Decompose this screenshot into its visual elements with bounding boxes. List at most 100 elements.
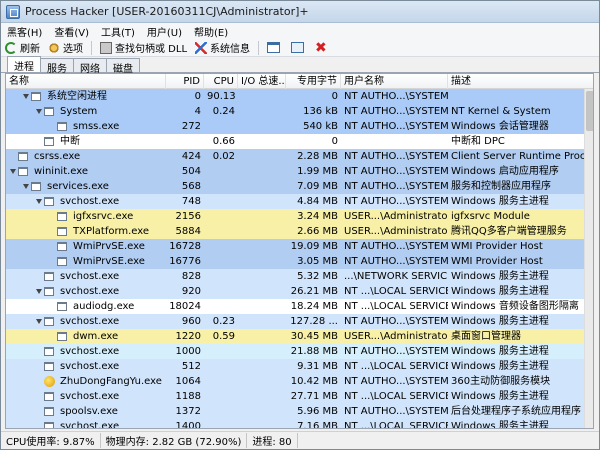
private-bytes-cell: 27.71 MB <box>290 391 338 402</box>
tab-disk[interactable]: 磁盘 <box>106 58 140 75</box>
process-name-cell: WmiPrvSE.exe <box>73 241 145 252</box>
process-name-cell: svchost.exe <box>60 286 120 297</box>
tab-services[interactable]: 服务 <box>40 58 74 75</box>
io-cell <box>238 329 286 344</box>
user-name-cell: NT AUTHO...\SYSTEM <box>344 241 448 252</box>
toolbar: 刷新 选项 查找句柄或 DLL 系统信息 ✖ <box>1 39 599 57</box>
column-pid[interactable]: PID <box>166 74 204 89</box>
io-cell <box>238 254 286 269</box>
process-icon <box>44 137 54 146</box>
process-icon <box>57 242 67 251</box>
table-row[interactable]: WmiPrvSE.exe 16728 19.09 MB NT AUTHO...\SYS… <box>6 239 584 254</box>
description-cell: 中断和 DPC <box>451 136 505 147</box>
table-row[interactable]: services.exe 568 7.09 MB NT AUTHO...\SYSTEM… <box>6 179 584 194</box>
table-row[interactable]: WmiPrvSE.exe 16776 3.05 MB NT AUTHO...\SYST… <box>6 254 584 269</box>
column-io[interactable]: I/O 总速... <box>238 74 286 89</box>
expand-icon[interactable] <box>10 169 16 174</box>
description-cell: Windows 启动应用程序 <box>451 166 559 177</box>
terminate-button[interactable]: ✖ <box>311 40 331 56</box>
table-row[interactable]: svchost.exe 512 9.31 MB NT ...\LOCAL SERVIC… <box>6 359 584 374</box>
expand-icon[interactable] <box>36 289 42 294</box>
expand-icon[interactable] <box>23 184 29 189</box>
user-name-cell: NT AUTHO...\SYSTEM <box>344 181 448 192</box>
process-icon <box>44 362 54 371</box>
status-bar: CPU使用率: 9.87% 物理内存: 2.82 GB (72.90%) 进程:… <box>1 431 599 449</box>
menu-view[interactable]: 查看(V) <box>48 24 95 39</box>
menu-bar: 黑客(H) 查看(V) 工具(T) 用户(U) 帮助(E) <box>1 23 599 39</box>
description-cell: Windows 服务主进程 <box>451 271 549 282</box>
table-row[interactable]: spoolsv.exe 1372 5.96 MB NT AUTHO...\SYSTEM… <box>6 404 584 419</box>
column-cpu[interactable]: CPU <box>204 74 238 89</box>
scrollbar-thumb[interactable] <box>586 91 593 131</box>
private-bytes-cell: 136 kB <box>303 106 338 117</box>
process-name-cell: audiodg.exe <box>73 301 135 312</box>
find-window-thread-button[interactable] <box>287 40 311 56</box>
column-private-bytes[interactable]: 专用字节 <box>286 74 341 89</box>
table-row[interactable]: smss.exe 272 540 kB NT AUTHO...\SYSTEM Windo… <box>6 119 584 134</box>
expand-icon[interactable] <box>36 199 42 204</box>
status-physical-memory: 物理内存: 2.82 GB (72.90%) <box>101 433 248 448</box>
process-icon <box>44 347 54 356</box>
table-row[interactable]: svchost.exe 1188 27.71 MB NT ...\LOCAL SERV… <box>6 389 584 404</box>
table-row[interactable]: System 4 0.24 136 kB NT AUTHO...\SYSTEM NT Ke… <box>6 104 584 119</box>
description-cell: 后台处理程序子系统应用程序 <box>451 406 581 417</box>
title-bar[interactable]: Process Hacker [USER-20160311CJ\Administ… <box>1 1 599 23</box>
table-row[interactable]: igfxsrvc.exe 2156 3.24 MB USER...\Administr… <box>6 209 584 224</box>
table-row[interactable]: csrss.exe 424 0.02 2.28 MB NT AUTHO...\SYSTE… <box>6 149 584 164</box>
menu-tools[interactable]: 工具(T) <box>95 24 141 39</box>
window-title: Process Hacker [USER-20160311CJ\Administ… <box>25 5 309 18</box>
description-cell: Windows 服务主进程 <box>451 361 549 372</box>
table-row[interactable]: 系统空闲进程 0 90.13 0 NT AUTHO...\SYSTEM <box>6 89 584 104</box>
table-row[interactable]: svchost.exe 1400 7.16 MB NT ...\LOCAL SERVI… <box>6 419 584 428</box>
tab-network[interactable]: 网络 <box>73 58 107 75</box>
menu-hacker[interactable]: 黑客(H) <box>1 24 48 39</box>
table-row[interactable]: svchost.exe 1000 21.88 MB NT AUTHO...\SYSTE… <box>6 344 584 359</box>
tab-processes[interactable]: 进程 <box>7 56 41 73</box>
table-row[interactable]: svchost.exe 920 26.21 MB NT ...\LOCAL SERVI… <box>6 284 584 299</box>
vertical-scrollbar[interactable] <box>584 89 593 428</box>
menu-users[interactable]: 用户(U) <box>141 24 188 39</box>
table-row[interactable]: svchost.exe 960 0.23 127.28 ... NT AUTHO...\… <box>6 314 584 329</box>
table-row[interactable]: 中断 0.66 0 中断和 DPC <box>6 134 584 149</box>
refresh-button[interactable]: 刷新 <box>1 40 44 56</box>
table-row[interactable]: dwm.exe 1220 0.59 30.45 MB USER...\Administr… <box>6 329 584 344</box>
system-info-button[interactable]: 系统信息 <box>191 40 254 56</box>
pid-cell: 18024 <box>169 301 201 312</box>
expand-icon[interactable] <box>36 109 42 114</box>
expand-icon[interactable] <box>36 319 42 324</box>
table-row[interactable]: audiodg.exe 18024 18.24 MB NT ...\LOCAL SER… <box>6 299 584 314</box>
process-rows: 系统空闲进程 0 90.13 0 NT AUTHO...\SYSTEM System 4 0.… <box>6 89 584 428</box>
options-button[interactable]: 选项 <box>44 40 87 56</box>
find-icon <box>100 41 112 54</box>
column-user-name[interactable]: 用户名称 <box>341 74 448 89</box>
user-name-cell: NT AUTHO...\SYSTEM <box>344 316 448 327</box>
table-row[interactable]: svchost.exe 748 4.84 MB NT AUTHO...\SYSTEM W… <box>6 194 584 209</box>
find-handles-button[interactable]: 查找句柄或 DLL <box>96 40 191 56</box>
user-name-cell: NT ...\LOCAL SERVICE <box>344 391 448 402</box>
cpu-cell: 0.24 <box>212 106 235 117</box>
column-description[interactable]: 描述 <box>448 74 593 89</box>
process-name-cell: svchost.exe <box>60 316 120 327</box>
window-thread-icon <box>291 42 305 53</box>
expand-icon[interactable] <box>23 94 29 99</box>
io-cell <box>238 104 286 119</box>
find-window-button[interactable] <box>263 40 287 56</box>
user-name-cell: ...\NETWORK SERVICE <box>344 271 448 282</box>
refresh-icon <box>5 41 17 54</box>
process-tree-list[interactable]: 名称 PID CPU I/O 总速... 专用字节 用户名称 描述 系统空闲进程… <box>5 73 594 429</box>
pid-cell: 16776 <box>169 256 201 267</box>
menu-help[interactable]: 帮助(E) <box>188 24 234 39</box>
table-row[interactable]: svchost.exe 828 5.32 MB ...\NETWORK SERVICE… <box>6 269 584 284</box>
cpu-cell <box>204 119 238 134</box>
io-cell <box>238 179 286 194</box>
pid-cell: 828 <box>181 271 201 282</box>
user-name-cell: NT AUTHO...\SYSTEM <box>344 151 448 162</box>
sysinfo-label: 系统信息 <box>210 44 251 55</box>
table-row[interactable]: TXPlatform.exe 5884 2.66 MB USER...\Adminis… <box>6 224 584 239</box>
column-name[interactable]: 名称 <box>6 74 166 89</box>
process-name-cell: svchost.exe <box>60 271 120 282</box>
private-bytes-cell: 0 <box>331 136 338 147</box>
table-row[interactable]: wininit.exe 504 1.99 MB NT AUTHO...\SYSTEM W… <box>6 164 584 179</box>
process-icon <box>57 212 67 221</box>
table-row[interactable]: ZhuDongFangYu.exe 1064 10.42 MB NT AUTHO...… <box>6 374 584 389</box>
